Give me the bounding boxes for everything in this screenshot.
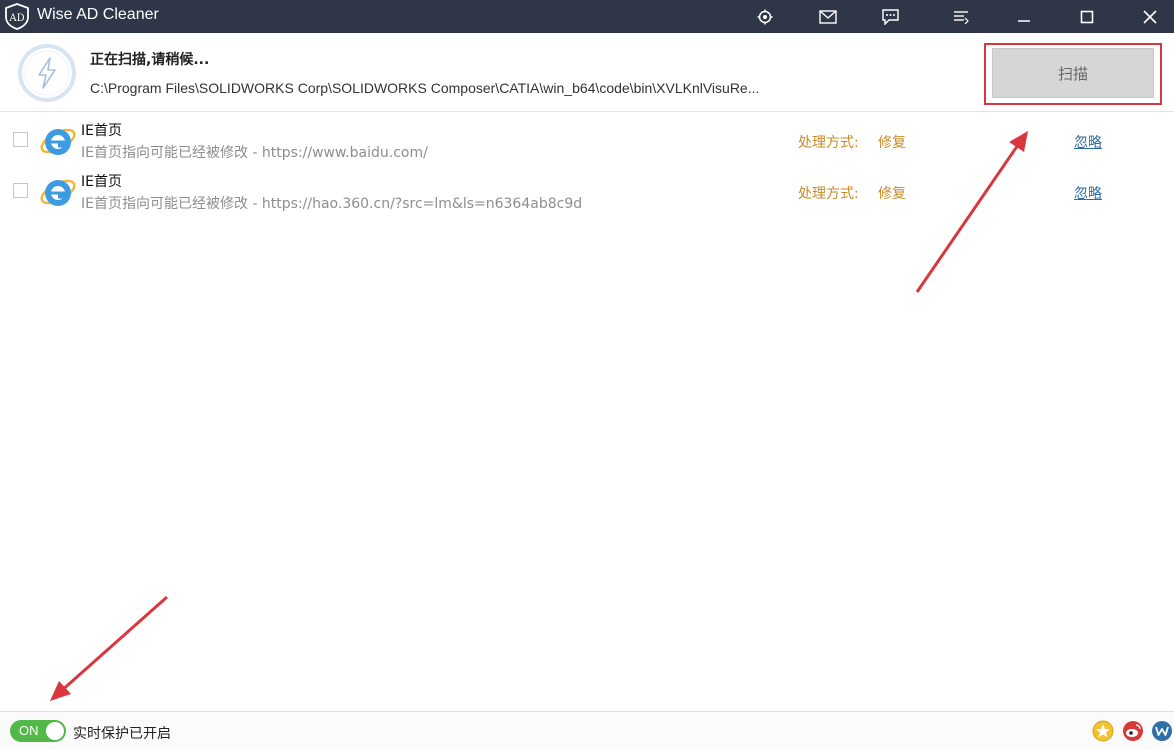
ignore-link[interactable]: 忽略 xyxy=(1074,183,1102,203)
result-checkbox[interactable] xyxy=(13,183,28,198)
mail-icon xyxy=(819,9,837,24)
title-bar: AD Wise AD Cleaner xyxy=(0,0,1174,33)
result-row: IE首页 IE首页指向可能已经被修改 - https://hao.360.cn/… xyxy=(0,166,1174,217)
minimize-icon xyxy=(1018,19,1030,22)
status-bar: ON 实时保护已开启 xyxy=(0,711,1174,749)
app-logo-text: AD xyxy=(8,13,24,24)
wise-icon[interactable] xyxy=(1151,720,1173,742)
toggle-knob xyxy=(46,722,64,740)
feedback-button[interactable] xyxy=(870,0,910,33)
menu-button[interactable] xyxy=(941,0,981,33)
handle-method-label: 处理方式: xyxy=(798,186,859,202)
menu-icon xyxy=(954,10,969,24)
result-description: IE首页指向可能已经被修改 - https://hao.360.cn/?src=… xyxy=(81,196,583,212)
minimize-button[interactable] xyxy=(1004,0,1044,33)
lightning-icon xyxy=(18,44,76,102)
app-title: Wise AD Cleaner xyxy=(37,6,159,23)
feedback-icon xyxy=(881,8,899,25)
target-button[interactable] xyxy=(745,0,785,33)
scan-button[interactable]: 扫描 xyxy=(992,48,1154,98)
handle-method-value[interactable]: 修复 xyxy=(878,183,906,203)
ignore-link[interactable]: 忽略 xyxy=(1074,132,1102,152)
scan-header: 正在扫描,请稍候... C:\Program Files\SOLIDWORKS … xyxy=(0,33,1174,112)
mail-button[interactable] xyxy=(808,0,848,33)
toggle-label: ON xyxy=(19,723,39,738)
annotation-arrow-to-toggle xyxy=(50,595,168,701)
ie-icon xyxy=(40,128,76,155)
ie-icon xyxy=(40,179,76,206)
annotation-arrows xyxy=(50,131,1028,701)
result-name: IE首页 xyxy=(81,123,122,139)
result-row: IE首页 IE首页指向可能已经被修改 - https://www.baidu.c… xyxy=(0,115,1174,166)
weibo-icon[interactable] xyxy=(1122,720,1144,742)
handle-method-label: 处理方式: xyxy=(798,135,859,151)
star-badge-icon[interactable] xyxy=(1092,720,1114,742)
close-button[interactable] xyxy=(1130,0,1170,33)
handle-method-value[interactable]: 修复 xyxy=(878,132,906,152)
close-icon xyxy=(1143,9,1157,24)
scan-status-text: 正在扫描,请稍候... xyxy=(90,52,210,68)
target-icon xyxy=(757,9,773,24)
scan-current-path: C:\Program Files\SOLIDWORKS Corp\SOLIDWO… xyxy=(90,80,760,96)
result-name: IE首页 xyxy=(81,174,122,190)
result-description: IE首页指向可能已经被修改 - https://www.baidu.com/ xyxy=(81,145,428,161)
maximize-icon xyxy=(1080,10,1094,23)
maximize-button[interactable] xyxy=(1067,0,1107,33)
protection-status-text: 实时保护已开启 xyxy=(73,726,171,742)
realtime-protection-toggle[interactable]: ON xyxy=(10,720,66,742)
app-logo-icon: AD xyxy=(5,3,29,30)
result-checkbox[interactable] xyxy=(13,132,28,147)
